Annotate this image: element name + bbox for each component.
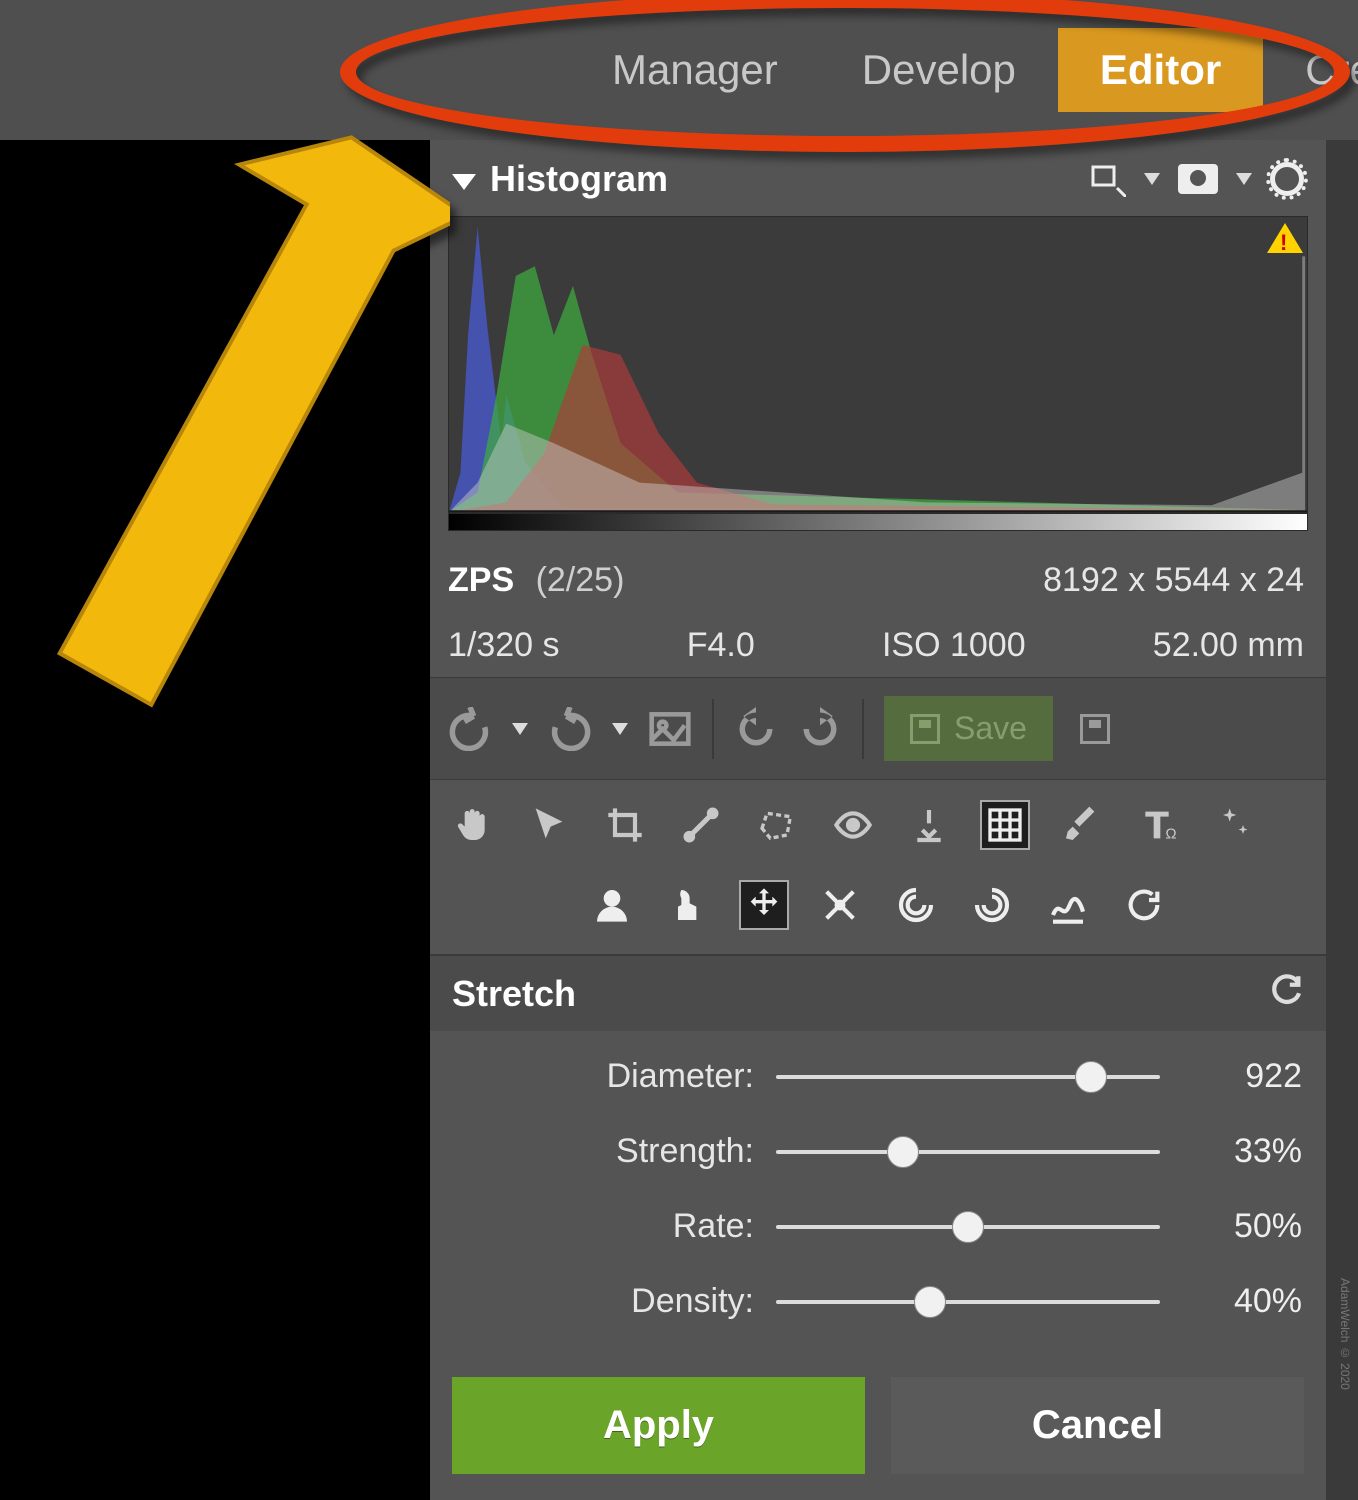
history-toolbar: Save [430, 677, 1326, 780]
pointer-tool-icon[interactable] [524, 800, 574, 850]
move-tool-icon[interactable] [739, 880, 789, 930]
rotate-left-icon[interactable] [734, 707, 778, 751]
slider-density: Density: 40% [454, 1282, 1302, 1321]
swirl-right-tool-icon[interactable] [967, 880, 1017, 930]
stretch-section-header: Stretch [430, 954, 1326, 1031]
gear-icon[interactable] [1270, 162, 1304, 196]
face-tool-icon[interactable] [587, 880, 637, 930]
diameter-label: Diameter: [454, 1057, 754, 1096]
floppy-icon [910, 714, 940, 744]
density-slider[interactable] [776, 1300, 1160, 1304]
diameter-slider[interactable] [776, 1075, 1160, 1079]
image-compare-icon[interactable] [648, 707, 692, 751]
tool-row-2 [430, 870, 1326, 954]
straighten-tool-icon[interactable] [676, 800, 726, 850]
histogram-title: Histogram [490, 158, 1076, 200]
cancel-button[interactable]: Cancel [891, 1377, 1304, 1474]
redeye-tool-icon[interactable] [828, 800, 878, 850]
smooth-tool-icon[interactable] [1043, 880, 1093, 930]
image-format: ZPS [448, 561, 514, 599]
strength-label: Strength: [454, 1132, 754, 1171]
collapse-toggle-icon[interactable] [452, 174, 476, 190]
density-value: 40% [1182, 1282, 1302, 1321]
pinch-tool-icon[interactable] [815, 880, 865, 930]
picker-dropdown-icon[interactable] [1144, 173, 1160, 185]
hand-tool-icon[interactable] [448, 800, 498, 850]
camera-dropdown-icon[interactable] [1236, 173, 1252, 185]
sliders-panel: Diameter: 922 Strength: 33% Rate: 50% De… [430, 1031, 1326, 1337]
rate-label: Rate: [454, 1207, 754, 1246]
save-button[interactable]: Save [884, 696, 1053, 761]
watermark: AdamWelch © 2020 [1338, 1278, 1352, 1390]
rate-value: 50% [1182, 1207, 1302, 1246]
tab-manager[interactable]: Manager [570, 28, 820, 112]
tool-row-1: Ω [430, 780, 1326, 870]
apply-button[interactable]: Apply [452, 1377, 865, 1474]
redo-dropdown-icon[interactable] [612, 723, 628, 735]
exif-focal: 52.00 mm [1153, 626, 1304, 665]
redo-icon[interactable] [548, 707, 592, 751]
image-canvas-area [0, 140, 430, 1500]
image-info: ZPS (2/25) 8192 x 5544 x 24 1/320 s F4.0… [430, 531, 1326, 677]
density-thumb[interactable] [914, 1286, 946, 1318]
tab-editor[interactable]: Editor [1058, 28, 1263, 112]
diameter-thumb[interactable] [1075, 1061, 1107, 1093]
slider-rate: Rate: 50% [454, 1207, 1302, 1246]
save-as-icon[interactable] [1073, 707, 1117, 751]
histogram-chart[interactable] [448, 216, 1308, 513]
liquify-tool-icon[interactable] [980, 800, 1030, 850]
camera-icon[interactable] [1178, 164, 1218, 194]
image-count: (2/25) [536, 561, 625, 599]
strength-thumb[interactable] [887, 1136, 919, 1168]
undo-dropdown-icon[interactable] [512, 723, 528, 735]
picker-icon[interactable] [1090, 161, 1126, 197]
tab-develop[interactable]: Develop [820, 28, 1058, 112]
slider-strength: Strength: 33% [454, 1132, 1302, 1171]
reset-section-icon[interactable] [1270, 972, 1304, 1015]
density-label: Density: [454, 1282, 754, 1321]
side-panel: Histogram ZPS (2/25) 8192 x 5544 x 24 [430, 140, 1326, 1500]
exif-aperture: F4.0 [687, 626, 755, 665]
swirl-left-tool-icon[interactable] [891, 880, 941, 930]
image-dimensions: 8192 x 5544 x 24 [1043, 561, 1304, 600]
action-buttons: Apply Cancel [430, 1337, 1326, 1500]
crop-tool-icon[interactable] [600, 800, 650, 850]
histogram-header: Histogram [430, 140, 1326, 210]
save-label: Save [954, 710, 1027, 747]
lasso-tool-icon[interactable] [752, 800, 802, 850]
undo-icon[interactable] [448, 707, 492, 751]
text-tool-icon[interactable]: Ω [1132, 800, 1182, 850]
effects-tool-icon[interactable] [1208, 800, 1258, 850]
rotate-right-icon[interactable] [798, 707, 842, 751]
exif-iso: ISO 1000 [882, 626, 1026, 665]
tab-create[interactable]: Create [1263, 28, 1358, 112]
push-tool-icon[interactable] [663, 880, 713, 930]
diameter-value: 922 [1182, 1057, 1302, 1096]
top-tabs: Manager Develop Editor Create [0, 0, 1358, 140]
exif-shutter: 1/320 s [448, 626, 560, 665]
slider-diameter: Diameter: 922 [454, 1057, 1302, 1096]
histogram-gradient [448, 513, 1308, 531]
clipping-warning-icon[interactable] [1267, 223, 1303, 253]
reset-tool-icon[interactable] [1119, 880, 1169, 930]
brush-tool-icon[interactable] [1056, 800, 1106, 850]
rate-slider[interactable] [776, 1225, 1160, 1229]
section-title: Stretch [452, 973, 576, 1015]
strength-value: 33% [1182, 1132, 1302, 1171]
strength-slider[interactable] [776, 1150, 1160, 1154]
svg-text:Ω: Ω [1165, 825, 1176, 842]
rate-thumb[interactable] [952, 1211, 984, 1243]
clone-tool-icon[interactable] [904, 800, 954, 850]
